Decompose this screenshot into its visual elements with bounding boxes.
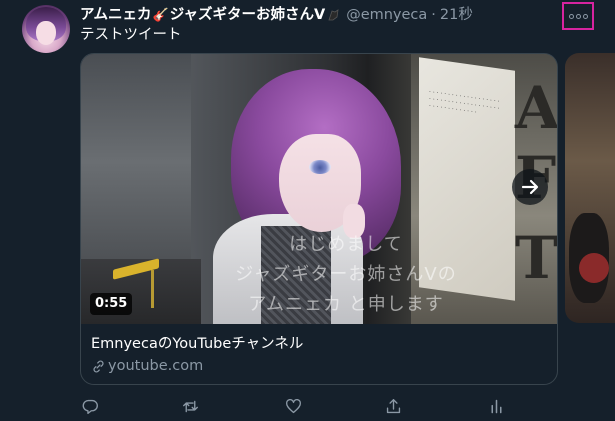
retweet-icon	[182, 400, 198, 412]
more-button[interactable]	[562, 2, 594, 30]
video-subtitle-line: アムニェカ と申します	[248, 294, 444, 315]
card-info[interactable]: EmnyecaのYouTubeチャンネル youtube.com	[81, 324, 557, 384]
video-subtitle-line: ジャズギターお姉さんVの	[235, 264, 457, 285]
next-card-preview[interactable]	[565, 53, 615, 323]
more-horizontal-icon	[568, 13, 588, 19]
guitar-emoji-icon: 🎸	[152, 7, 169, 23]
video-subtitle-line: はじめまして	[289, 234, 403, 255]
analytics-icon	[490, 399, 502, 413]
avatar[interactable]	[22, 5, 70, 53]
tweet-text: テストツイート	[80, 27, 182, 43]
separator: ·	[431, 7, 436, 23]
analytics-button[interactable]	[486, 396, 506, 416]
share-icon	[386, 398, 400, 413]
video-duration-badge: 0:55	[90, 293, 133, 315]
link-icon	[93, 360, 104, 372]
heart-icon	[285, 398, 301, 413]
share-button[interactable]	[383, 396, 403, 416]
card-title[interactable]: EmnyecaのYouTubeチャンネル	[91, 334, 303, 354]
reply-button[interactable]	[80, 396, 100, 416]
display-name-suffix: ジャズギターお姉さんV	[169, 6, 326, 23]
tweet-actions	[80, 396, 510, 416]
display-name-text: アムニェカ	[80, 6, 152, 23]
video-thumbnail[interactable]: . . . . . . . . . . . . . . . . . . . . …	[81, 54, 557, 324]
next-media-button[interactable]	[512, 169, 548, 205]
card-domain-text: youtube.com	[108, 358, 204, 374]
reply-icon	[82, 399, 98, 414]
avatar-face	[36, 21, 56, 45]
user-handle[interactable]: @emnyeca	[346, 5, 427, 25]
link-card[interactable]: . . . . . . . . . . . . . . . . . . . . …	[80, 53, 558, 385]
retweet-button[interactable]	[180, 396, 200, 416]
display-name[interactable]: アムニェカ🎸ジャズギターお姉さんV	[80, 5, 325, 26]
tweet[interactable]: アムニェカ🎸ジャズギターお姉さんV @emnyeca · 21秒 テストツイート…	[0, 0, 615, 421]
tweet-header: アムニェカ🎸ジャズギターお姉さんV @emnyeca · 21秒	[80, 5, 473, 25]
dark-emoji-icon	[328, 9, 339, 21]
timestamp[interactable]: 21秒	[440, 5, 473, 25]
card-domain[interactable]: youtube.com	[91, 356, 203, 376]
arrow-right-icon	[521, 179, 539, 195]
like-button[interactable]	[283, 396, 303, 416]
